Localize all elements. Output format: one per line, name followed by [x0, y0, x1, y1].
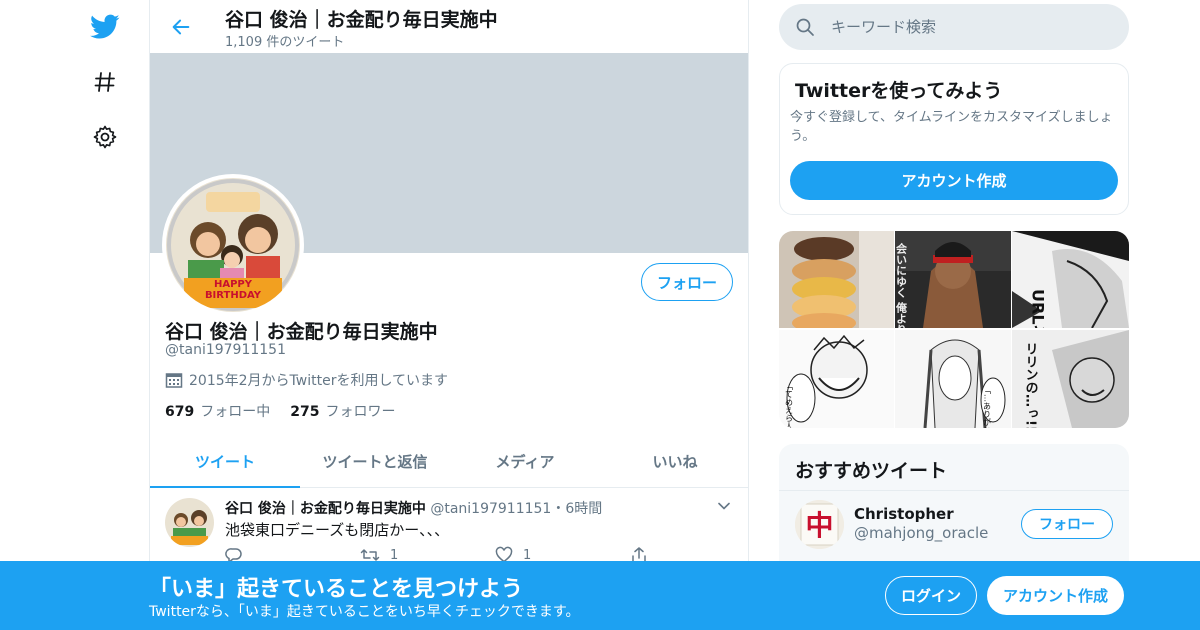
- gear-icon[interactable]: [90, 122, 120, 152]
- tab-tweets-and-replies[interactable]: ツイートと返信: [300, 436, 450, 487]
- header-title: 谷口 俊治｜お金配り毎日実施中: [225, 9, 498, 31]
- bottom-bar-title: 「いま」起きていることを見つけよう: [149, 577, 524, 602]
- bottom-signup-bar: 「いま」起きていることを見つけよう Twitterなら、「いま」起きていることを…: [0, 561, 1200, 630]
- recommended-follow-button[interactable]: フォロー: [1021, 509, 1113, 539]
- tab-tweets[interactable]: ツイート: [150, 436, 300, 488]
- create-account-button[interactable]: アカウント作成: [790, 161, 1118, 200]
- followers-label: フォロワー: [325, 404, 396, 420]
- media-thumbnail-manga-1[interactable]: URLとか: [1012, 231, 1129, 328]
- back-arrow-icon: [172, 19, 190, 35]
- divider: [779, 490, 1129, 491]
- manga-1-caption: URLとか: [1029, 289, 1048, 328]
- following-label: フォロー中: [200, 404, 271, 420]
- tweet[interactable]: 谷口 俊治｜お金配り毎日実施中 @tani197911151・6時間 池袋東口デ…: [150, 488, 748, 568]
- follow-button[interactable]: フォロー: [641, 263, 733, 301]
- followers-stat[interactable]: 275 フォロワー: [290, 401, 395, 421]
- twitter-logo-icon[interactable]: [90, 12, 120, 42]
- search-input[interactable]: [831, 18, 1091, 36]
- media-grid: 会いにゆく 俺より強い奴に URLとか 「てめえら人間じゃねえ」: [779, 231, 1129, 428]
- profile-handle: @tani197911151: [165, 342, 286, 358]
- ryu-caption-left: 会いにゆく 俺より強い奴に: [895, 242, 908, 328]
- media-thumbnail-manga-3[interactable]: 「…ありがとう」: [895, 330, 1011, 428]
- join-date-text: 2015年2月からTwitterを利用しています: [189, 373, 449, 389]
- profile-header: 谷口 俊治｜お金配り毎日実施中 1,109 件のツイート: [150, 0, 748, 53]
- tweet-author-handle[interactable]: @tani197911151: [430, 501, 551, 517]
- tweet-header: 谷口 俊治｜お金配り毎日実施中 @tani197911151・6時間: [225, 498, 602, 518]
- following-count: 679: [165, 404, 195, 420]
- tab-likes[interactable]: いいね: [600, 436, 748, 487]
- signup-button[interactable]: アカウント作成: [987, 576, 1124, 615]
- tweet-author-name[interactable]: 谷口 俊治｜お金配り毎日実施中: [225, 501, 426, 517]
- profile-column: 谷口 俊治｜お金配り毎日実施中 1,109 件のツイート HAPPY BIRTH…: [149, 0, 749, 630]
- following-stat[interactable]: 679 フォロー中: [165, 401, 270, 421]
- mahjong-tile-glyph: 中: [805, 509, 833, 542]
- calendar-icon: [165, 373, 183, 388]
- search-box[interactable]: [779, 4, 1129, 50]
- bottom-bar-subtitle: Twitterなら、「いま」起きていることをいち早くチェックできます。: [149, 604, 580, 620]
- signup-card: Twitterを使ってみよう 今すぐ登録して、タイムラインをカスタマイズしましょ…: [779, 63, 1129, 215]
- media-thumbnail-manga-4[interactable]: リリンの…っ!!!: [1012, 330, 1129, 428]
- recommended-user-handle[interactable]: @mahjong_oracle: [854, 524, 988, 542]
- media-thumbnail-manga-2[interactable]: 「てめえら人間じゃねえ」: [779, 330, 894, 428]
- manga-2-caption: 「てめえら人間じゃねえ」: [785, 382, 794, 428]
- profile-stats: 679 フォロー中 275 フォロワー: [165, 401, 395, 421]
- tweet-avatar[interactable]: [165, 498, 214, 547]
- join-date: 2015年2月からTwitterを利用しています: [165, 370, 448, 390]
- back-button[interactable]: [168, 14, 194, 40]
- login-button[interactable]: ログイン: [885, 576, 977, 615]
- signup-title: Twitterを使ってみよう: [795, 80, 1003, 102]
- chevron-down-icon[interactable]: [716, 498, 732, 514]
- media-thumbnail-donuts[interactable]: [779, 231, 894, 328]
- media-thumbnail-ryu[interactable]: 会いにゆく 俺より強い奴に: [895, 231, 1011, 328]
- search-icon: [796, 18, 814, 36]
- recommended-user-name[interactable]: Christopher: [854, 505, 954, 523]
- manga-4-caption: リリンの…っ!!!: [1023, 342, 1038, 428]
- tweet-time[interactable]: 6時間: [565, 501, 602, 517]
- manga-3-caption: 「…ありがとう」: [983, 386, 992, 428]
- signup-description: 今すぐ登録して、タイムラインをカスタマイズしましょう。: [790, 110, 1113, 144]
- recommended-title: おすすめツイート: [795, 460, 948, 482]
- tweet-separator: ・: [551, 501, 566, 517]
- tweet-count: 1,109 件のツイート: [225, 35, 345, 50]
- hashtag-icon[interactable]: [90, 67, 120, 97]
- followers-count: 275: [290, 404, 320, 420]
- tab-media[interactable]: メディア: [450, 436, 600, 487]
- left-navigation: [80, 0, 130, 630]
- tweet-text: 池袋東口デニーズも閉店かー、、、: [225, 521, 450, 539]
- avatar-caption: HAPPY BIRTHDAY: [204, 279, 262, 301]
- profile-name: 谷口 俊治｜お金配り毎日実施中: [165, 321, 438, 343]
- profile-tabs: ツイート ツイートと返信 メディア いいね: [150, 436, 748, 488]
- recommended-user-avatar[interactable]: 中: [795, 500, 844, 549]
